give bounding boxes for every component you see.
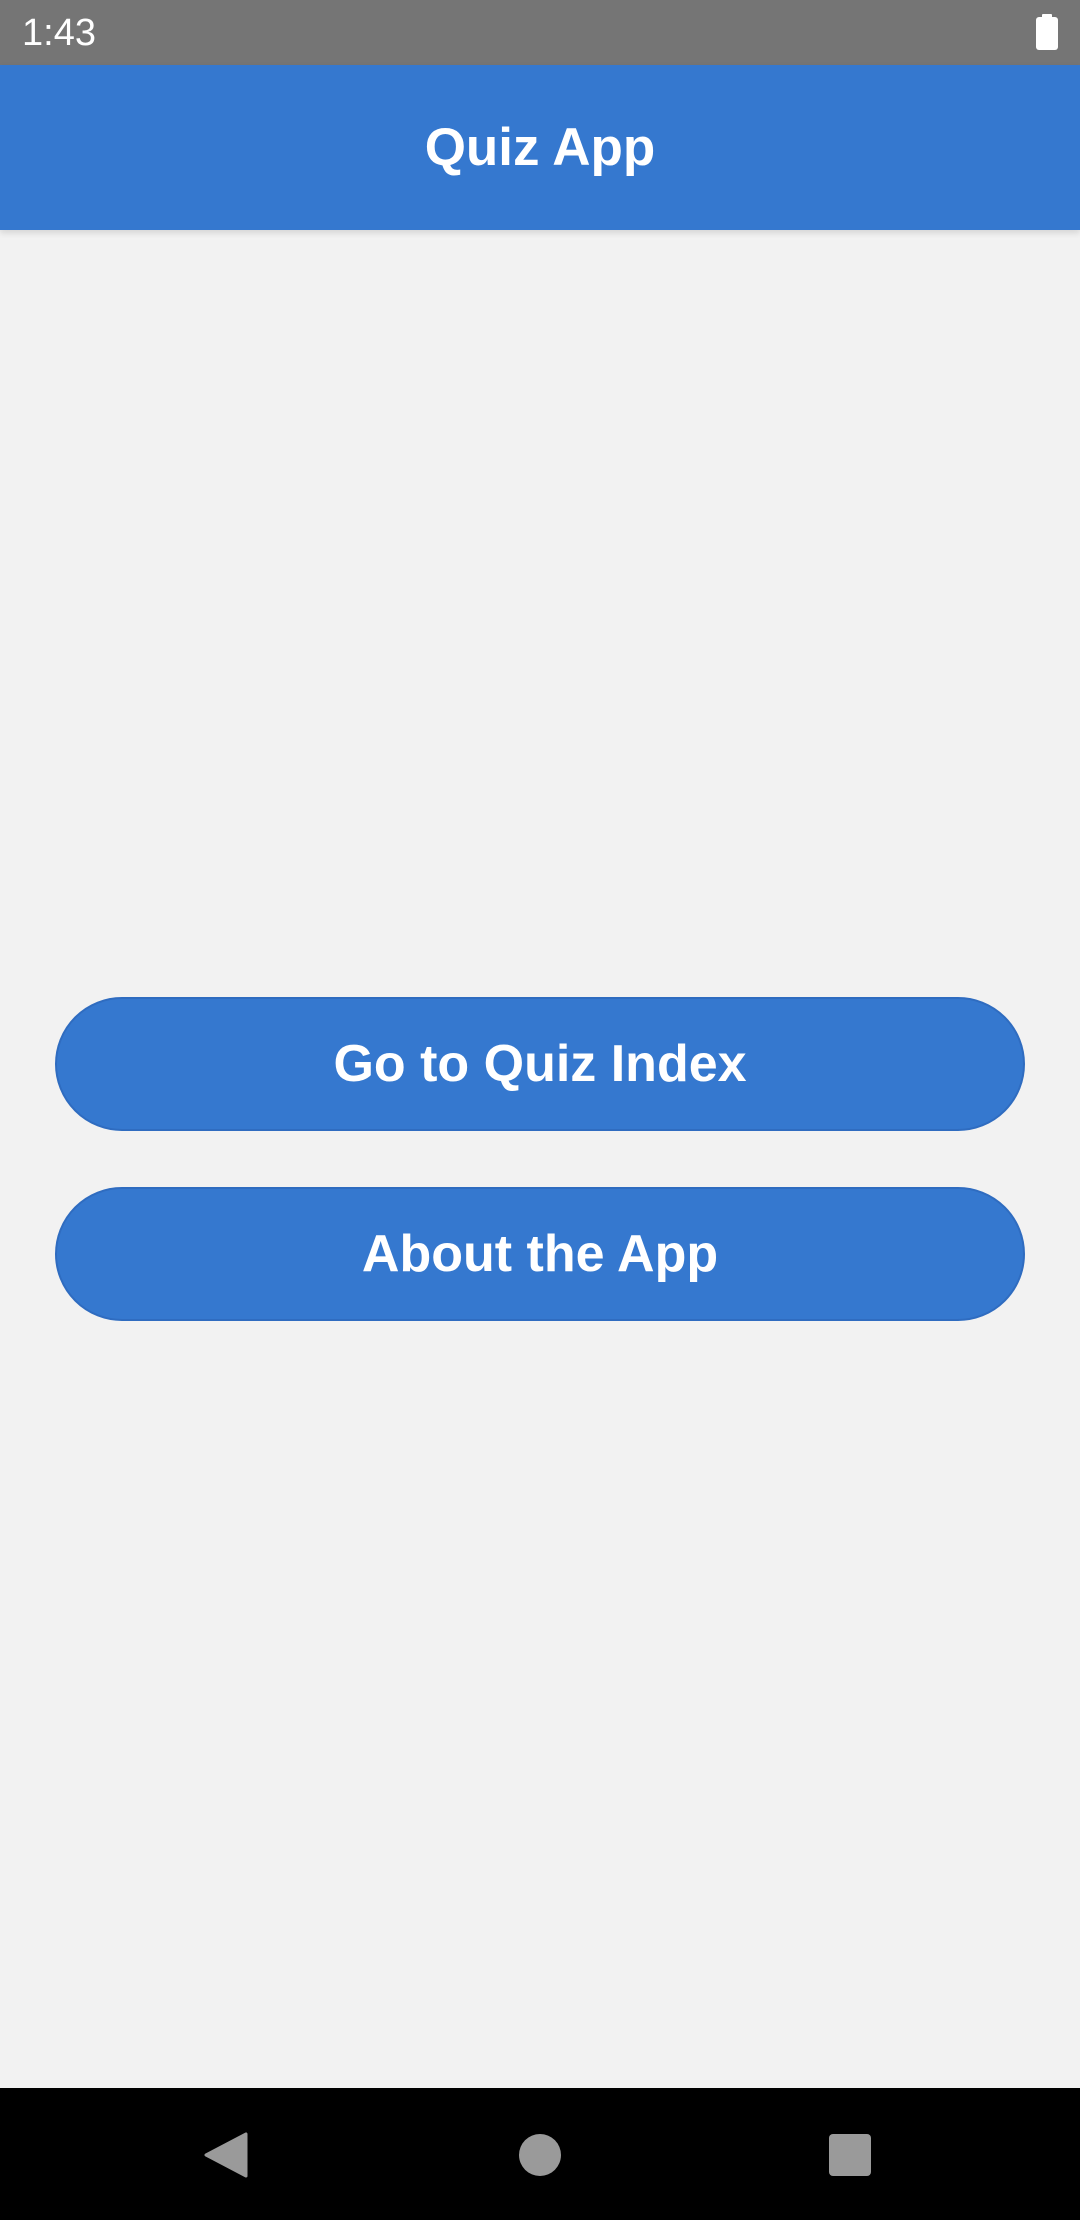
battery-icon [1036, 14, 1058, 50]
about-the-app-button[interactable]: About the App [55, 1187, 1025, 1321]
go-to-quiz-index-button[interactable]: Go to Quiz Index [55, 997, 1025, 1131]
home-icon[interactable] [519, 2134, 561, 2176]
recents-icon[interactable] [829, 2134, 871, 2176]
navigation-bar [0, 2088, 1080, 2220]
app-title: Quiz App [424, 117, 656, 177]
screen: 1:43 Quiz App Go to Quiz Index About the… [0, 0, 1080, 2220]
back-icon[interactable] [204, 2132, 248, 2178]
status-bar: 1:43 [0, 0, 1080, 65]
app-bar: Quiz App [0, 65, 1080, 230]
status-time: 1:43 [22, 12, 96, 54]
